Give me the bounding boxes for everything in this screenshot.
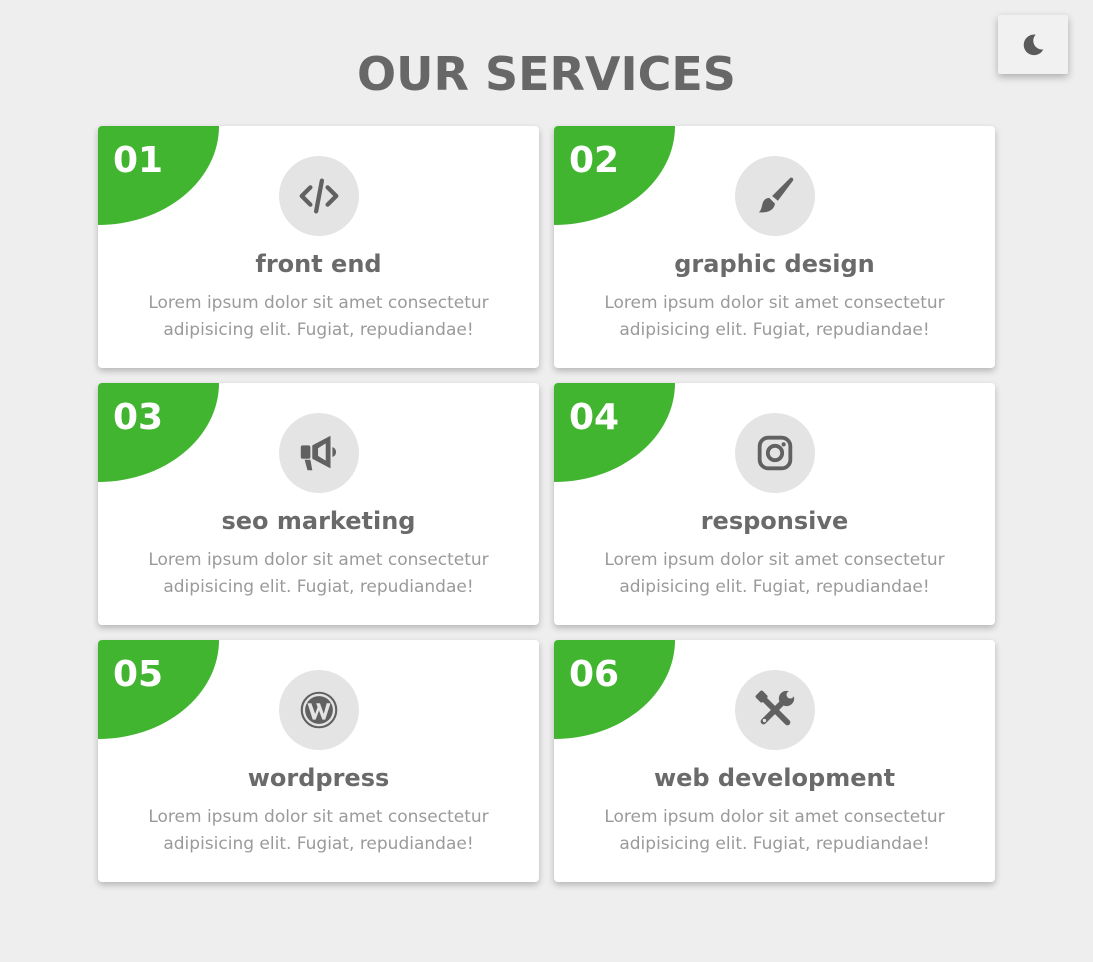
service-description: Lorem ipsum dolor sit amet consectetur a… <box>604 807 945 854</box>
service-number: 04 <box>569 397 620 438</box>
service-number: 01 <box>113 140 164 181</box>
service-icon-circle <box>279 670 359 750</box>
wordpress-icon <box>300 691 338 729</box>
service-title: graphic design <box>674 250 875 278</box>
service-description: Lorem ipsum dolor sit amet consectetur a… <box>148 293 489 340</box>
service-card-graphic-design[interactable]: 02 graphic design Lorem ipsum dolor sit … <box>554 126 995 368</box>
service-card-web-development[interactable]: 06 web development Lorem ipsum dolor sit… <box>554 640 995 882</box>
service-card-wordpress[interactable]: 05 wordpress Lorem ipsum dolor sit amet … <box>98 640 539 882</box>
service-number: 05 <box>113 654 164 695</box>
paintbrush-icon <box>758 177 794 213</box>
service-description: Lorem ipsum dolor sit amet consectetur a… <box>148 550 489 597</box>
service-icon-circle <box>735 413 815 493</box>
service-icon-circle <box>279 413 359 493</box>
service-title: responsive <box>700 507 849 535</box>
code-icon <box>299 178 339 214</box>
service-card-responsive[interactable]: 04 responsive Lorem ipsum dolor sit amet… <box>554 383 995 625</box>
service-title: seo marketing <box>221 507 416 535</box>
services-grid: 01 front end Lorem ipsum dolor sit amet … <box>98 126 995 882</box>
service-number: 02 <box>569 140 620 181</box>
service-description: Lorem ipsum dolor sit amet consectetur a… <box>148 807 489 854</box>
service-icon-circle <box>735 670 815 750</box>
tools-icon <box>755 690 795 726</box>
service-description: Lorem ipsum dolor sit amet consectetur a… <box>604 550 945 597</box>
service-card-seo-marketing[interactable]: 03 seo marketing Lorem ipsum dolor sit a… <box>98 383 539 625</box>
service-icon-circle <box>735 156 815 236</box>
instagram-icon <box>757 435 793 471</box>
service-title: wordpress <box>247 764 390 792</box>
service-card-front-end[interactable]: 01 front end Lorem ipsum dolor sit amet … <box>98 126 539 368</box>
service-title: web development <box>653 764 896 792</box>
service-number: 03 <box>113 397 164 438</box>
service-number: 06 <box>569 654 620 695</box>
service-description: Lorem ipsum dolor sit amet consectetur a… <box>604 293 945 340</box>
page-title: OUR SERVICES <box>357 47 736 101</box>
service-title: front end <box>255 250 382 278</box>
megaphone-icon <box>300 435 337 471</box>
service-icon-circle <box>279 156 359 236</box>
